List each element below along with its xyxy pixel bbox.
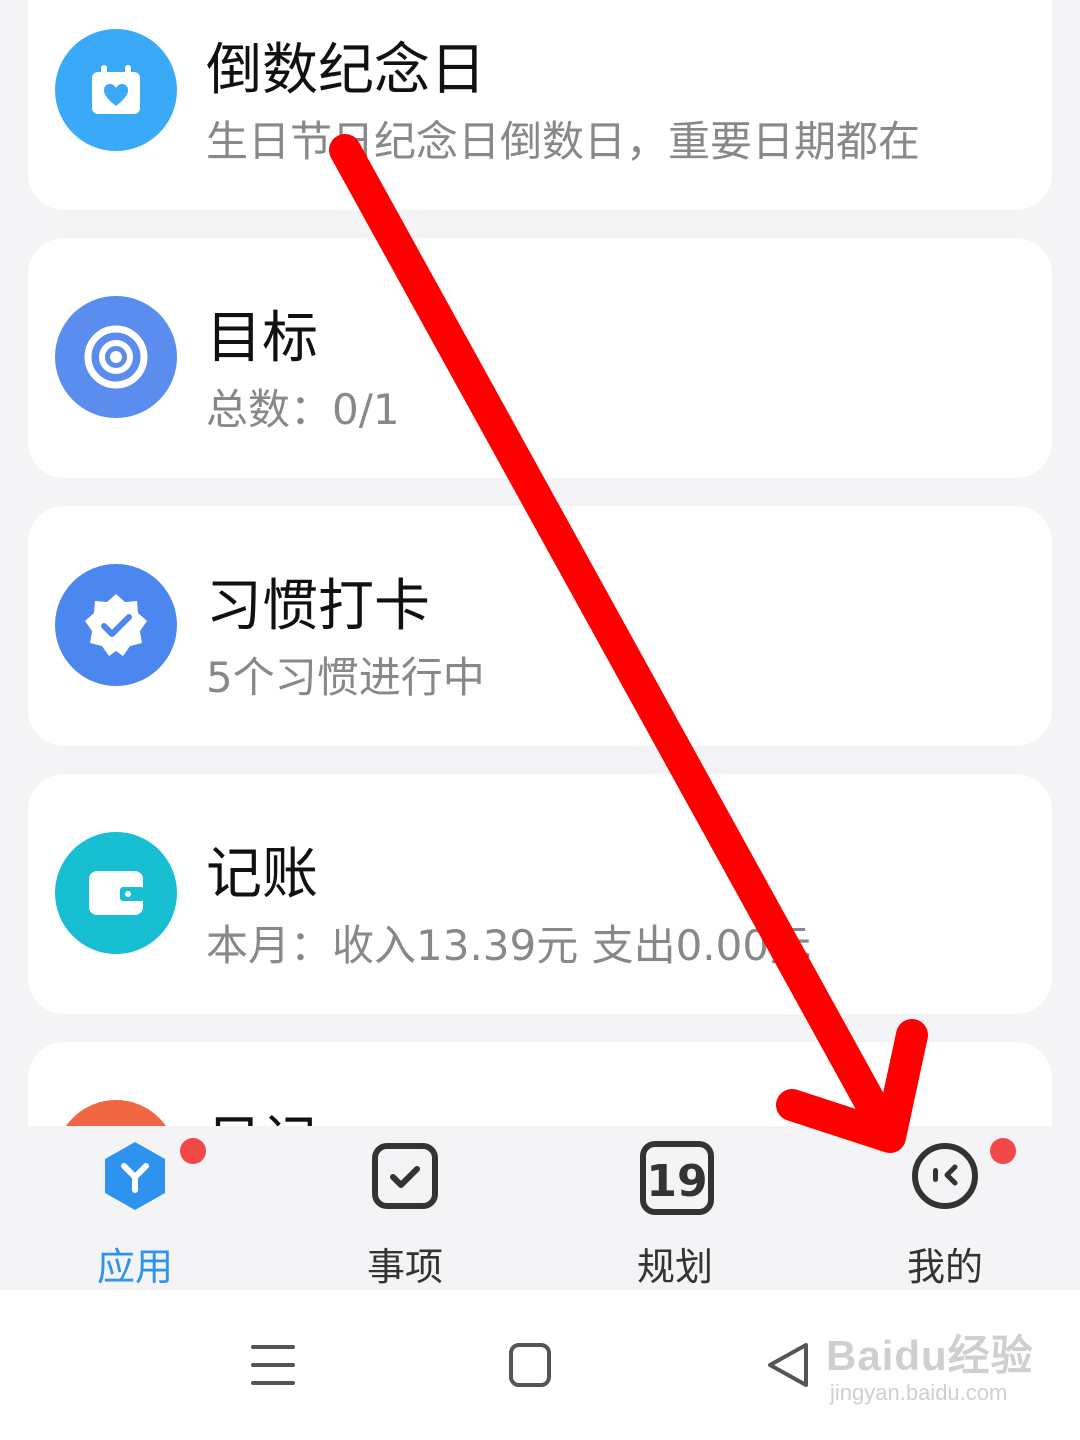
card-bookkeeping[interactable]: 记账 本月：收入13.39元 支出0.00元 — [28, 774, 1052, 1014]
tab-label: 我的 — [906, 1245, 983, 1289]
watermark-main: Baidu经验 — [826, 1332, 1034, 1379]
apps-icon — [99, 1140, 171, 1212]
badge-check-icon — [55, 564, 177, 686]
baidu-jingyan-watermark: Baidu经验 jingyan.baidu.com — [826, 1322, 1033, 1422]
tab-profile[interactable]: 我的 — [845, 1126, 1045, 1290]
notification-badge — [180, 1138, 206, 1164]
menu-icon[interactable] — [243, 1335, 303, 1395]
tab-label: 应用 — [96, 1245, 173, 1289]
card-title: 日记 — [206, 1097, 318, 1126]
wallet-icon — [55, 832, 177, 954]
card-title: 习惯打卡 — [206, 574, 430, 639]
bottom-tab-bar: 应用 事项 19 规划 我的 — [0, 1126, 1080, 1290]
card-subtitle: 总数：0/1 — [206, 385, 400, 434]
tab-planning[interactable]: 19 规划 — [575, 1126, 775, 1290]
home-square-icon[interactable] — [500, 1335, 560, 1395]
card-title: 倒数纪念日 — [206, 38, 486, 103]
calendar-date-icon: 19 — [639, 1140, 714, 1215]
target-icon — [55, 296, 177, 418]
card-subtitle: 生日节日纪念日倒数日，重要日期都在 — [206, 117, 921, 166]
card-subtitle: 本月：收入13.39元 支出0.00元 — [206, 921, 812, 970]
diary-icon — [55, 1100, 177, 1126]
calendar-heart-icon — [55, 29, 177, 151]
card-subtitle: 5个习惯进行中 — [206, 653, 485, 702]
notification-badge — [990, 1138, 1016, 1164]
card-diary[interactable]: 日记 — [28, 1042, 1052, 1126]
tab-label: 事项 — [366, 1245, 443, 1289]
card-habit-checkin[interactable]: 习惯打卡 5个习惯进行中 — [28, 506, 1052, 746]
checkbox-icon — [369, 1140, 441, 1212]
card-goals[interactable]: 目标 总数：0/1 — [28, 238, 1052, 478]
tab-label: 规划 — [636, 1245, 713, 1289]
card-countdown-anniversary[interactable]: 倒数纪念日 生日节日纪念日倒数日，重要日期都在 — [28, 0, 1052, 210]
card-title: 目标 — [206, 306, 318, 371]
watermark-sub: jingyan.baidu.com — [830, 1380, 1008, 1405]
calendar-date-number: 19 — [646, 1156, 707, 1207]
tab-tasks[interactable]: 事项 — [305, 1126, 505, 1290]
card-title: 记账 — [206, 842, 318, 907]
back-triangle-icon[interactable] — [760, 1335, 820, 1395]
app-list: 倒数纪念日 生日节日纪念日倒数日，重要日期都在 目标 总数：0/1 习惯打卡 5… — [0, 0, 1080, 1126]
profile-face-icon — [909, 1140, 981, 1212]
tab-apps[interactable]: 应用 — [35, 1126, 235, 1290]
